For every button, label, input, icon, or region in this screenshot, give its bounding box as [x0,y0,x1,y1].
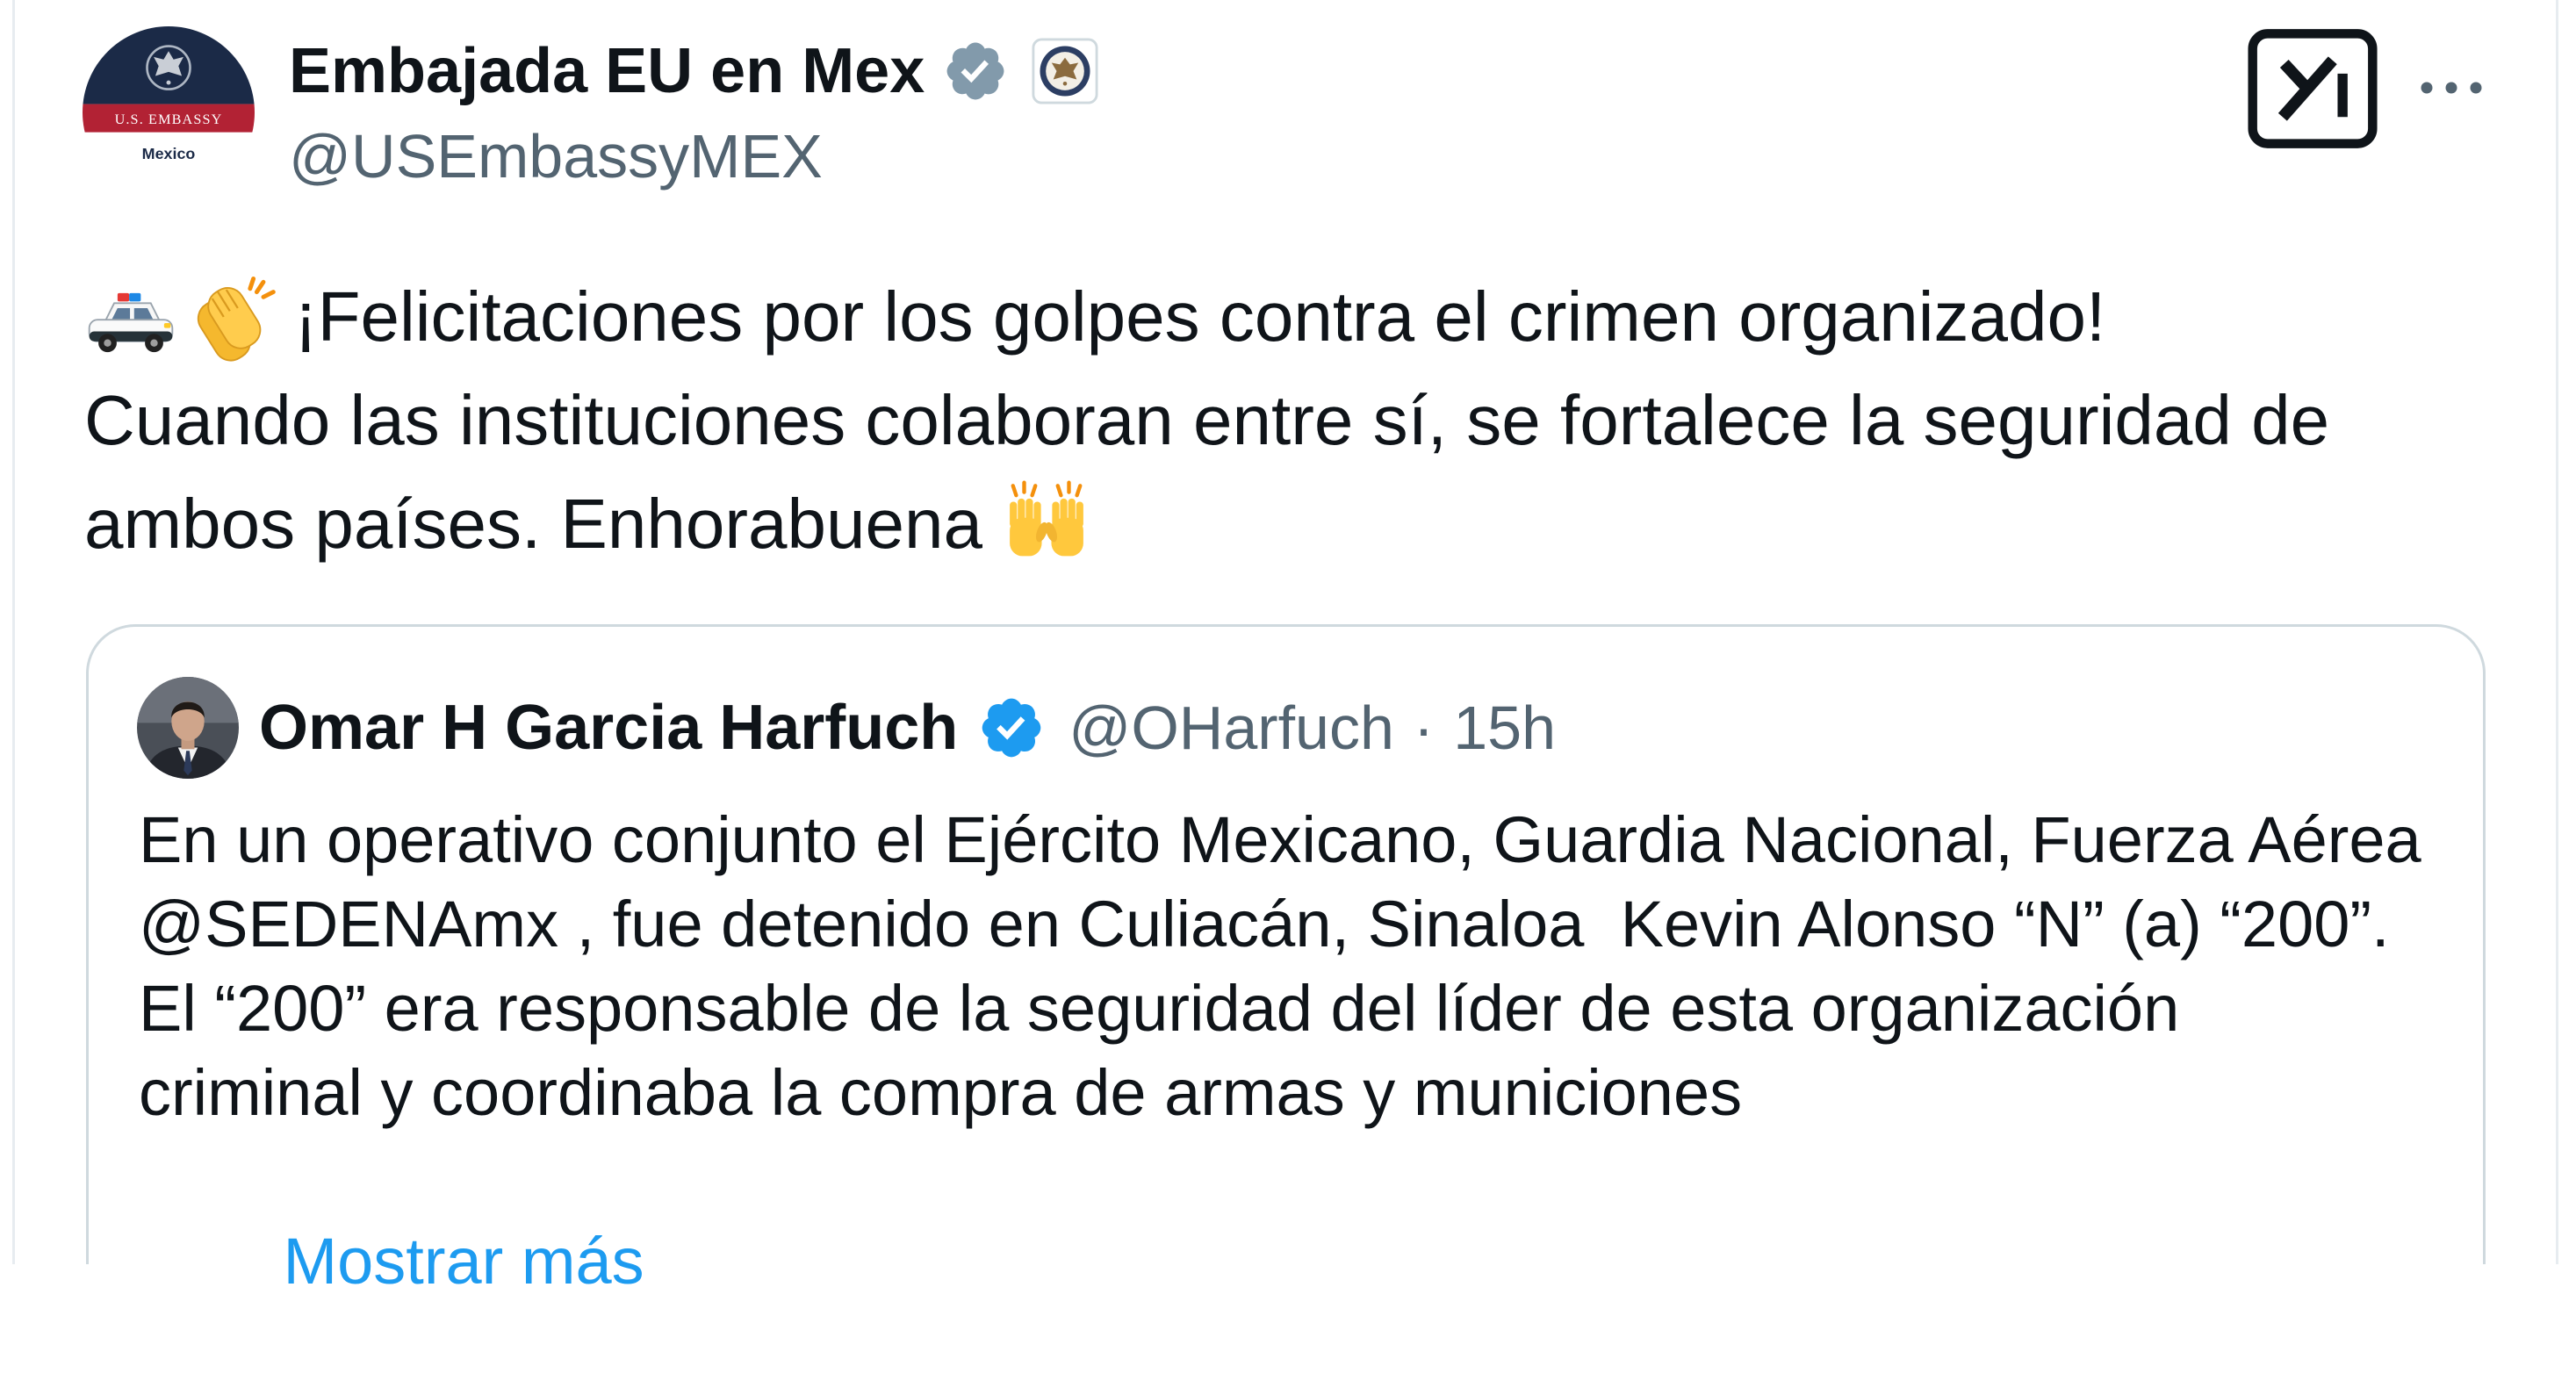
clapping-hands-icon [197,277,276,362]
more-icon[interactable] [2416,76,2486,100]
verified-badge-icon [982,698,1041,758]
quoted-text-line-1: En un operativo conjunto el Ejército Mex… [139,803,2421,876]
tweet-text-line-1: ¡Felicitaciones por los golpes contra el… [294,277,2106,356]
quoted-text-line-3: El “200” era responsable de la seguridad… [139,972,2180,1045]
meta-separator: · [1413,694,1435,762]
avatar-caption: Mexico [142,145,196,162]
tweet-text-line: Cuando las instituciones colaboran entre… [84,369,2329,472]
author-name-row: Embajada EU en Mex [289,32,1098,111]
quoted-tweet[interactable]: Omar H Garcia Harfuch @OHarfuch · 15h En… [86,624,2486,1298]
tweet-text-line: ambos países. Enhorabuena [84,472,2329,576]
quoted-tweet-text: En un operativo conjunto el Ejército Mex… [139,798,2421,1298]
police-car-icon [88,292,174,353]
raised-hands-icon [1010,480,1083,557]
us-department-of-state-seal-icon[interactable] [1032,38,1098,104]
quoted-author-avatar[interactable] [137,677,239,779]
tweet: U.S. EMBASSY Mexico Embajada EU en Mex @… [0,0,2576,1298]
tweet-text-line-3: ambos países. Enhorabuena [84,485,982,563]
tweet-text-line: ¡Felicitaciones por los golpes contra el… [84,265,2329,369]
author-name[interactable]: Embajada EU en Mex [289,32,925,111]
quoted-author-row: Omar H Garcia Harfuch @OHarfuch · 15h [259,688,1556,767]
quoted-tweet-timestamp[interactable]: 15h [1453,688,1556,767]
grok-icon[interactable] [2248,28,2378,149]
author-handle[interactable]: @USEmbassyMEX [289,117,823,196]
quoted-author-handle[interactable]: @OHarfuch [1069,688,1394,767]
avatar-band-text: U.S. EMBASSY [115,111,223,127]
show-more-row: Mostrar más [139,1135,2421,1298]
quoted-text-line-2: @SEDENAmx , fue detenido en Culiacán, Si… [139,888,2390,960]
quoted-text-line-4: criminal y coordinaba la compra de armas… [139,1056,1743,1129]
verified-badge-icon [946,42,1004,100]
quoted-author-name[interactable]: Omar H Garcia Harfuch [259,688,958,767]
show-more-link[interactable]: Mostrar más [283,1225,644,1298]
tweet-text-line-2: Cuando las instituciones colaboran entre… [84,381,2330,459]
us-embassy-logo: U.S. EMBASSY Mexico [83,26,255,198]
tweet-text: ¡Felicitaciones por los golpes contra el… [84,265,2329,576]
author-avatar[interactable]: U.S. EMBASSY Mexico [83,26,255,198]
